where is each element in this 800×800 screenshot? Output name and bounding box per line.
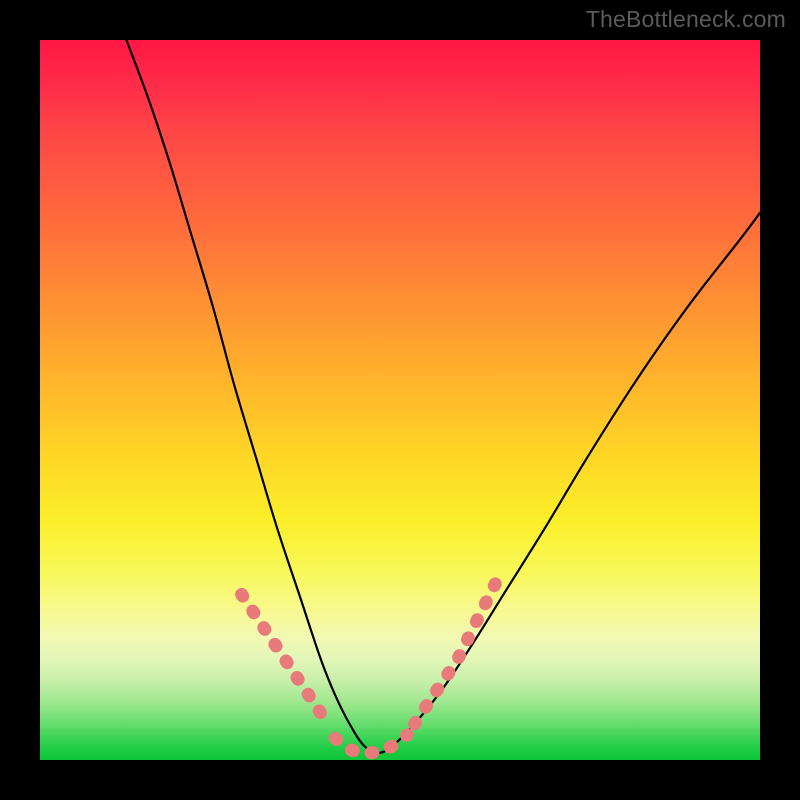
- chart-frame: TheBottleneck.com: [0, 0, 800, 800]
- plot-area: [40, 40, 760, 760]
- watermark-text: TheBottleneck.com: [586, 6, 786, 33]
- highlight-segment: [414, 573, 500, 724]
- highlight-segment: [335, 735, 407, 753]
- bottleneck-curve: [126, 40, 760, 753]
- highlight-segment: [242, 594, 328, 724]
- curve-svg: [40, 40, 760, 760]
- lower-highlight-dots: [242, 573, 501, 753]
